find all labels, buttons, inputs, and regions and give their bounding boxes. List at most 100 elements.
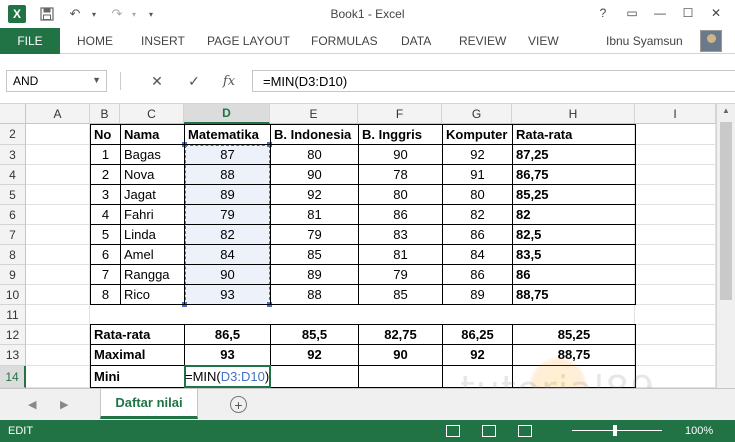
table-cell-no[interactable]: 6 xyxy=(91,245,120,264)
select-all-corner[interactable] xyxy=(0,104,26,124)
table-cell-b-inggris[interactable]: 80 xyxy=(359,185,442,204)
table-cell-rata-rata[interactable]: 86,75 xyxy=(513,165,635,184)
row-header-6[interactable]: 6 xyxy=(0,205,26,225)
row-header-10[interactable]: 10 xyxy=(0,285,26,305)
column-header-h[interactable]: H xyxy=(512,104,635,124)
table-cell-no[interactable]: 1 xyxy=(91,145,120,164)
column-header-i[interactable]: I xyxy=(635,104,716,124)
summary-value[interactable]: 85,25 xyxy=(513,325,635,344)
table-cell-nama[interactable]: Amel xyxy=(121,245,184,264)
table-cell-b-inggris[interactable]: 85 xyxy=(359,285,442,304)
column-header-d[interactable]: D xyxy=(184,104,270,124)
insert-function-icon[interactable]: fx xyxy=(217,70,241,92)
editing-formula-cell[interactable]: =MIN(D3:D10) xyxy=(184,366,271,387)
row-header-12[interactable]: 12 xyxy=(0,325,26,345)
maximize-button[interactable]: ☐ xyxy=(678,4,698,22)
page-break-view-icon[interactable] xyxy=(518,425,532,437)
row-header-13[interactable]: 13 xyxy=(0,345,26,366)
table-cell-nama[interactable]: Bagas xyxy=(121,145,184,164)
table-cell-b-indonesia[interactable]: 81 xyxy=(271,205,358,224)
avatar[interactable] xyxy=(700,30,722,52)
row-header-5[interactable]: 5 xyxy=(0,185,26,205)
table-cell-rata-rata[interactable]: 86 xyxy=(513,265,635,284)
summary-label[interactable]: Maximal xyxy=(91,345,184,364)
row-header-14[interactable]: 14 xyxy=(0,366,26,388)
header-rata-rata[interactable]: Rata-rata xyxy=(513,125,635,144)
column-header-f[interactable]: F xyxy=(358,104,442,124)
table-cell-nama[interactable]: Rico xyxy=(121,285,184,304)
table-cell-matematika[interactable]: 93 xyxy=(185,285,270,304)
summary-value[interactable]: 86,25 xyxy=(443,325,512,344)
table-cell-rata-rata[interactable]: 88,75 xyxy=(513,285,635,304)
worksheet-grid[interactable]: A B C D E F G H I 2 3 4 5 6 7 8 9 10 11 … xyxy=(0,104,735,388)
table-cell-rata-rata[interactable]: 83,5 xyxy=(513,245,635,264)
table-cell-matematika[interactable]: 84 xyxy=(185,245,270,264)
row-header-11[interactable]: 11 xyxy=(0,305,26,325)
table-cell-matematika[interactable]: 79 xyxy=(185,205,270,224)
summary-value[interactable]: 93 xyxy=(185,345,270,364)
table-cell-rata-rata[interactable]: 82 xyxy=(513,205,635,224)
formula-input[interactable]: =MIN(D3:D10) xyxy=(252,70,735,92)
table-cell-matematika[interactable]: 87 xyxy=(185,145,270,164)
header-nama[interactable]: Nama xyxy=(121,125,184,144)
zoom-slider-knob[interactable] xyxy=(613,425,617,436)
table-cell-rata-rata[interactable]: 87,25 xyxy=(513,145,635,164)
table-cell-b-inggris[interactable]: 78 xyxy=(359,165,442,184)
vertical-scrollbar[interactable]: ▲ xyxy=(716,104,735,388)
tab-review[interactable]: REVIEW xyxy=(459,34,506,48)
row-header-8[interactable]: 8 xyxy=(0,245,26,265)
table-cell-komputer[interactable]: 92 xyxy=(443,145,512,164)
tab-data[interactable]: DATA xyxy=(401,34,431,48)
table-cell-komputer[interactable]: 86 xyxy=(443,265,512,284)
cancel-icon[interactable]: ✕ xyxy=(145,70,169,92)
help-button[interactable]: ? xyxy=(593,4,613,22)
table-cell-b-inggris[interactable]: 79 xyxy=(359,265,442,284)
table-cell-no[interactable]: 8 xyxy=(91,285,120,304)
tab-home[interactable]: HOME xyxy=(77,34,113,48)
table-cell-no[interactable]: 3 xyxy=(91,185,120,204)
enter-icon[interactable]: ✓ xyxy=(182,70,206,92)
table-cell-komputer[interactable]: 80 xyxy=(443,185,512,204)
summary-value[interactable]: 88,75 xyxy=(513,345,635,364)
sheet-tab-daftar-nilai[interactable]: Daftar nilai xyxy=(100,389,198,419)
table-cell-nama[interactable]: Nova xyxy=(121,165,184,184)
previous-sheet-icon[interactable]: ◀ xyxy=(28,398,36,411)
mini-label[interactable]: Mini xyxy=(91,366,184,387)
header-komputer[interactable]: Komputer xyxy=(443,125,512,144)
row-header-4[interactable]: 4 xyxy=(0,165,26,185)
close-button[interactable]: ✕ xyxy=(706,4,726,22)
table-cell-nama[interactable]: Linda xyxy=(121,225,184,244)
table-cell-matematika[interactable]: 82 xyxy=(185,225,270,244)
summary-value[interactable]: 85,5 xyxy=(271,325,358,344)
table-cell-no[interactable]: 5 xyxy=(91,225,120,244)
next-sheet-icon[interactable]: ▶ xyxy=(60,398,68,411)
tab-formulas[interactable]: FORMULAS xyxy=(311,34,378,48)
table-cell-b-indonesia[interactable]: 85 xyxy=(271,245,358,264)
table-cell-b-inggris[interactable]: 86 xyxy=(359,205,442,224)
summary-value[interactable]: 90 xyxy=(359,345,442,364)
table-cell-b-inggris[interactable]: 81 xyxy=(359,245,442,264)
page-layout-view-icon[interactable] xyxy=(482,425,496,437)
row-header-3[interactable]: 3 xyxy=(0,145,26,165)
summary-label[interactable]: Rata-rata xyxy=(91,325,184,344)
table-cell-matematika[interactable]: 88 xyxy=(185,165,270,184)
user-name[interactable]: Ibnu Syamsun xyxy=(606,34,683,48)
table-cell-komputer[interactable]: 82 xyxy=(443,205,512,224)
table-cell-komputer[interactable]: 89 xyxy=(443,285,512,304)
tab-insert[interactable]: INSERT xyxy=(141,34,185,48)
summary-value[interactable]: 86,5 xyxy=(185,325,270,344)
zoom-level[interactable]: 100% xyxy=(685,425,713,437)
table-cell-rata-rata[interactable]: 85,25 xyxy=(513,185,635,204)
table-cell-b-indonesia[interactable]: 89 xyxy=(271,265,358,284)
summary-value[interactable]: 92 xyxy=(271,345,358,364)
column-header-b[interactable]: B xyxy=(90,104,120,124)
column-header-e[interactable]: E xyxy=(270,104,358,124)
tab-view[interactable]: VIEW xyxy=(528,34,559,48)
table-cell-no[interactable]: 7 xyxy=(91,265,120,284)
header-matematika[interactable]: Matematika xyxy=(185,125,270,144)
table-cell-no[interactable]: 4 xyxy=(91,205,120,224)
table-cell-no[interactable]: 2 xyxy=(91,165,120,184)
table-cell-b-indonesia[interactable]: 90 xyxy=(271,165,358,184)
table-cell-b-indonesia[interactable]: 92 xyxy=(271,185,358,204)
tab-page-layout[interactable]: PAGE LAYOUT xyxy=(207,34,290,48)
